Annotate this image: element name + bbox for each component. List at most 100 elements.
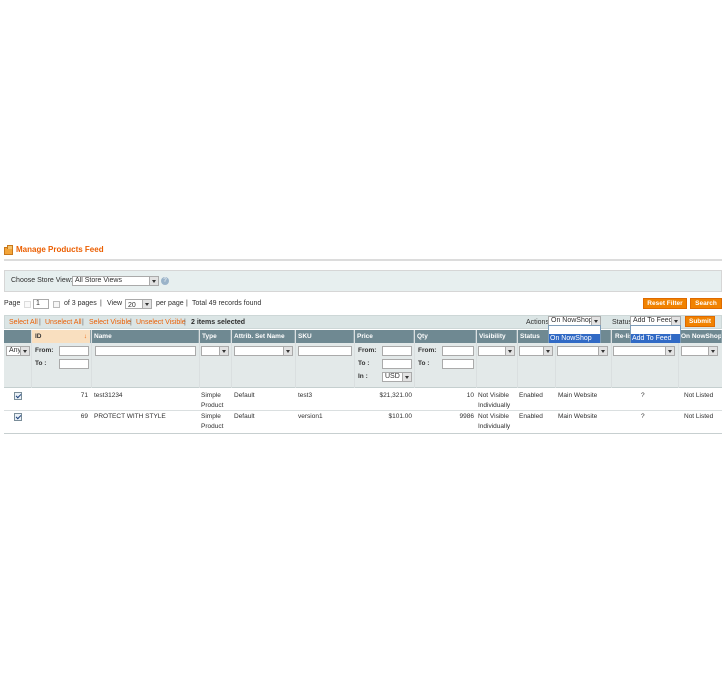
grid-header: ID ↓ Name Type Attrib. Set Name SKU Pric… — [4, 330, 722, 343]
relist-filter-select[interactable] — [613, 346, 675, 356]
column-header-id[interactable]: ID ↓ — [32, 330, 91, 343]
prev-page-icon[interactable] — [24, 301, 31, 308]
table-row[interactable]: 69 PROTECT WITH STYLE Simple Product Defa… — [4, 411, 722, 434]
row-checkbox[interactable] — [14, 392, 22, 400]
sort-arrow-icon: ↓ — [83, 333, 87, 340]
qty-to-label: To : — [418, 360, 430, 367]
pager-separator: | — [100, 300, 102, 307]
pager-separator: | — [186, 300, 188, 307]
currency-value: USD — [385, 373, 400, 380]
cell-qty: 10 — [466, 392, 474, 399]
cell-id: 69 — [80, 413, 88, 420]
massaction-bar: Select All | Unselect All | Select Visib… — [4, 315, 722, 329]
cell-visibility-line1: Not Visible — [478, 392, 509, 399]
actions-label: Actions — [526, 319, 549, 326]
actions-option-on-nowshop[interactable]: On NowShop — [549, 334, 600, 343]
column-header-visibility[interactable]: Visibility — [476, 330, 517, 343]
currency-select[interactable]: USD — [382, 372, 412, 382]
cell-type: Simple Product — [201, 412, 223, 432]
cell-visibility: Not Visible Individually — [478, 412, 510, 432]
help-icon[interactable]: ? — [161, 277, 169, 285]
table-row[interactable]: 71 test31234 Simple Product Default test3… — [4, 388, 722, 411]
visibility-filter-select[interactable] — [478, 346, 515, 356]
cell-status: Enabled — [519, 413, 543, 420]
chevron-down-icon — [402, 373, 411, 381]
type-filter-select[interactable] — [201, 346, 229, 356]
cell-attrib-set: Default — [234, 392, 255, 399]
status-filter-select[interactable] — [519, 346, 553, 356]
nowshop-filter-select[interactable] — [681, 346, 718, 356]
qty-to-input[interactable] — [442, 359, 474, 369]
massaction-filter-select[interactable]: Any — [6, 346, 30, 356]
id-from-label: From: — [35, 347, 54, 354]
cell-visibility-line2: Individually — [478, 423, 511, 430]
cell-type-line1: Simple — [201, 413, 221, 420]
chevron-down-icon — [598, 347, 607, 355]
qty-from-label: From: — [418, 347, 437, 354]
per-page-select[interactable]: 20 — [125, 299, 152, 309]
chevron-down-icon — [671, 317, 680, 325]
filter-row: Any From: To : From: To : In : USD From:… — [4, 343, 722, 388]
store-view-select[interactable]: All Store Views — [72, 276, 159, 286]
sku-filter-input[interactable] — [298, 346, 352, 356]
page-label: Page — [4, 300, 21, 307]
id-to-input[interactable] — [59, 359, 89, 369]
cell-visibility-line1: Not Visible — [478, 413, 509, 420]
grid-bottom-border — [4, 433, 722, 434]
chevron-down-icon — [149, 277, 158, 285]
chevron-down-icon — [591, 317, 600, 325]
unselect-all-link[interactable]: Unselect All — [45, 319, 82, 326]
cell-type-line2: Product — [201, 423, 224, 430]
per-page-value: 20 — [128, 302, 136, 309]
status-option-add-to-feed[interactable]: Add To Feed — [631, 334, 680, 343]
view-label: View — [107, 300, 123, 307]
chevron-down-icon — [505, 347, 514, 355]
cell-visibility: Not Visible Individually — [478, 391, 510, 411]
per-page-label: per page — [156, 300, 184, 307]
page-title: Manage Products Feed — [16, 245, 104, 254]
column-header-type[interactable]: Type — [199, 330, 231, 343]
reset-filter-button[interactable]: Reset Filter — [643, 298, 687, 309]
next-page-icon[interactable] — [53, 301, 60, 308]
price-to-input[interactable] — [382, 359, 412, 369]
cell-type: Simple Product — [201, 391, 223, 411]
status-dropdown: Add To Feed — [630, 325, 681, 343]
massaction-separator: | — [39, 319, 41, 326]
cell-price: $101.00 — [388, 413, 413, 420]
column-header-sku[interactable]: SKU — [295, 330, 354, 343]
row-checkbox[interactable] — [14, 413, 22, 421]
unselect-visible-link[interactable]: Unselect Visible — [136, 319, 186, 326]
store-view-value: All Store Views — [75, 277, 122, 284]
cell-type-line2: Product — [201, 402, 224, 409]
chevron-down-icon — [142, 300, 151, 308]
massaction-separator: | — [130, 319, 132, 326]
column-header-nowshop[interactable]: On NowShop — [678, 330, 722, 343]
selected-count: 2 items selected — [191, 319, 246, 326]
cell-price: $21,321.00 — [379, 392, 412, 399]
select-visible-link[interactable]: Select Visible — [89, 319, 131, 326]
pager: Page 1 of 3 pages | View 20 per page | T… — [4, 298, 722, 310]
column-header-name[interactable]: Name — [91, 330, 199, 343]
price-from-label: From: — [358, 347, 377, 354]
attrib-set-filter-select[interactable] — [234, 346, 293, 356]
id-to-label: To : — [35, 360, 47, 367]
name-filter-input[interactable] — [95, 346, 196, 356]
select-all-link[interactable]: Select All — [9, 319, 38, 326]
box-icon — [4, 245, 13, 255]
cell-id: 71 — [80, 392, 88, 399]
submit-button[interactable]: Submit — [685, 316, 715, 327]
websites-filter-select[interactable] — [557, 346, 608, 356]
cell-attrib-set: Default — [234, 413, 255, 420]
chevron-down-icon — [283, 347, 292, 355]
page-input[interactable]: 1 — [33, 299, 49, 309]
cell-websites: Main Website — [558, 413, 598, 420]
search-button[interactable]: Search — [690, 298, 722, 309]
price-from-input[interactable] — [382, 346, 412, 356]
store-switcher: Choose Store View: All Store Views ? — [4, 270, 722, 292]
column-header-qty[interactable]: Qty — [414, 330, 476, 343]
id-from-input[interactable] — [59, 346, 89, 356]
qty-from-input[interactable] — [442, 346, 474, 356]
column-header-attrib-set[interactable]: Attrib. Set Name — [231, 330, 295, 343]
column-header-price[interactable]: Price — [354, 330, 414, 343]
of-pages-text: of 3 pages — [64, 300, 97, 307]
